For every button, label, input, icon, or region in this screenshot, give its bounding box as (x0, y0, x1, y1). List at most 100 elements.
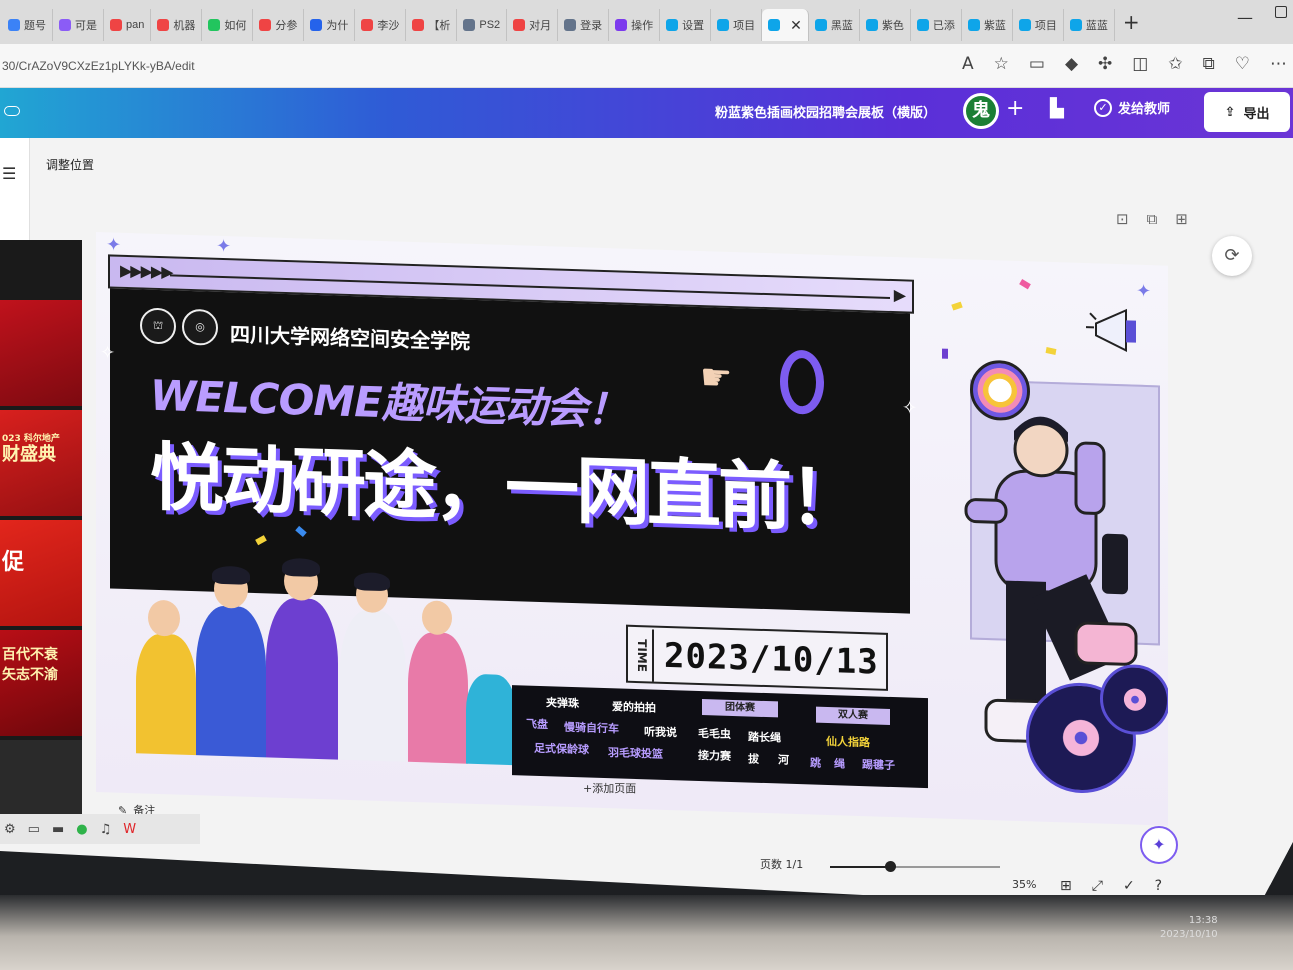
browser-tab-active[interactable]: ✕ (762, 9, 809, 41)
event-item: 夹弹珠 (546, 696, 579, 711)
zoom-percentage[interactable]: 35% (1012, 878, 1036, 891)
tab-favicon (967, 19, 980, 31)
cloud-sync-icon (4, 106, 20, 116)
browser-tab[interactable]: 可是 (53, 9, 104, 41)
new-tab-icon[interactable]: + (1123, 10, 1140, 34)
browser-tab[interactable]: 紫蓝 (962, 9, 1013, 41)
browser-tab[interactable]: 项目 (1013, 9, 1064, 41)
comment-add-icon[interactable]: ⟳ (1212, 236, 1252, 276)
template-thumbnail[interactable] (0, 240, 82, 300)
terminal-icon[interactable]: ▬ (52, 822, 64, 837)
settings-gear-icon[interactable]: ⚙ (4, 822, 16, 837)
template-thumbnail[interactable]: 促 (0, 520, 82, 630)
browser-tab[interactable]: 对月 (507, 9, 559, 41)
person-figure (196, 605, 266, 758)
taskbar: ⚙ ▭ ▬ ● ♫ W (0, 814, 200, 844)
browser-tab[interactable]: 已添 (911, 9, 962, 41)
browser-tab[interactable]: 操作 (609, 9, 661, 41)
export-button[interactable]: ⇪ 导出 (1204, 92, 1290, 132)
favorite-star-icon[interactable]: ☆ (994, 54, 1009, 74)
tab-label: 紫色 (881, 20, 904, 32)
browser-tab[interactable]: 为什 (304, 9, 356, 41)
tab-favicon (412, 19, 425, 31)
tab-favicon (59, 19, 71, 31)
browser-toolbar-icons: A ☆ ▭ ◆ ✣ ◫ ✩ ⧉ ♡ ⋯ (962, 54, 1287, 74)
browser-tab[interactable]: 登录 (558, 9, 610, 41)
duplicate-page-icon[interactable]: ⧉ (1147, 210, 1158, 228)
browser-tab[interactable]: 李沙 (355, 9, 407, 41)
document-icon[interactable]: ▭ (1029, 54, 1045, 74)
tab-favicon (814, 19, 827, 31)
template-thumbnail[interactable] (0, 300, 82, 410)
send-to-teacher-button[interactable]: ✓ 发给教师 (1094, 98, 1170, 117)
address-bar: 30/CrAZoV9CXzEz1pLYKk-yBA/edit A ☆ ▭ ◆ ✣… (0, 44, 1293, 88)
music-icon[interactable]: ♫ (100, 822, 112, 837)
adjust-sliders-icon[interactable]: ☰ (2, 164, 16, 183)
page-count[interactable]: 页数 1/1 (760, 856, 803, 872)
document-title[interactable]: 粉蓝紫色插画校园招聘会展板（横版） (715, 102, 936, 121)
zoom-slider-handle[interactable] (884, 861, 896, 872)
tab-favicon (666, 19, 679, 31)
browser-tab[interactable]: 紫色 (860, 9, 911, 41)
play-arrow-icon: ▶ (893, 285, 906, 305)
browser-tab[interactable]: 项目 (711, 9, 763, 41)
tab-label: 设置 (682, 20, 705, 32)
design-canvas[interactable]: ▶▶▶▶▶ ▶ ⛫ ◎ 四川大学网络空间安全学院 WELCOME趣味运动会！ 悦… (96, 232, 1168, 826)
tab-label: 题号 (24, 20, 46, 32)
tab-label: PS2 (479, 19, 501, 31)
insights-chart-icon[interactable]: ▙ (1050, 98, 1064, 119)
browser-tab[interactable]: pan (104, 9, 152, 41)
graduation-cap-icon[interactable]: ◆ (1065, 54, 1078, 74)
tab-label: 操作 (631, 20, 654, 32)
event-item: 羽毛球投篮 (608, 746, 663, 761)
tab-favicon (463, 19, 476, 31)
read-aloud-icon[interactable]: A (962, 54, 974, 74)
tab-label: 可是 (75, 20, 97, 32)
slogan-heading: 悦动研途，一网直前！ (150, 434, 860, 544)
browser-tab[interactable]: 黑蓝 (809, 9, 860, 41)
browser-tab[interactable]: 机器 (151, 9, 203, 41)
monitor-icon[interactable]: ▭ (28, 822, 40, 837)
adjust-position-label[interactable]: 调整位置 (46, 156, 94, 173)
browser-tab[interactable]: 设置 (660, 9, 712, 41)
lock-icon[interactable]: ⊡ (1116, 210, 1129, 228)
grid-view-icon[interactable]: ⊞ (1060, 878, 1072, 894)
help-icon[interactable]: ? (1155, 878, 1162, 894)
tab-favicon (208, 19, 221, 31)
tab-favicon (8, 19, 20, 31)
sparkle-icon: ✧ (902, 397, 918, 419)
split-screen-icon[interactable]: ◫ (1132, 54, 1148, 74)
extensions-icon[interactable]: ✣ (1098, 54, 1112, 74)
person-hair (212, 565, 250, 585)
magic-assistant-button[interactable]: ✦ (1140, 826, 1178, 864)
wechat-icon[interactable]: ● (76, 822, 87, 837)
browser-tab[interactable]: 如何 (202, 9, 254, 41)
event-item: 踢毽子 (862, 758, 895, 773)
add-page-button[interactable]: +添加页面 (583, 780, 636, 796)
url-field[interactable]: 30/CrAZoV9CXzEz1pLYKk-yBA/edit (2, 59, 195, 73)
browser-tab[interactable]: PS2 (457, 9, 508, 41)
thumbnail-text: 百代不衰 (2, 647, 58, 663)
wps-icon[interactable]: W (123, 822, 136, 837)
add-collaborator-icon[interactable]: + (1006, 96, 1024, 121)
template-thumbnail[interactable]: 023 科尔地产 财盛典 (0, 410, 82, 520)
check-icon[interactable]: ✓ (1123, 878, 1135, 894)
browser-tab[interactable]: 【析 (406, 9, 458, 41)
team-event-badge: 团体赛 (702, 699, 778, 718)
browser-tab[interactable]: 分参 (253, 9, 305, 41)
close-tab-icon[interactable]: ✕ (790, 17, 802, 34)
add-page-icon[interactable]: ⊞ (1175, 210, 1188, 228)
fullscreen-icon[interactable]: ⤢ (1092, 878, 1103, 894)
restore-window-icon[interactable] (1275, 6, 1287, 18)
avatar[interactable]: 鬼 (963, 93, 999, 129)
confetti-piece (1045, 347, 1057, 355)
browser-tab[interactable]: 题号 (2, 9, 53, 41)
collections-icon[interactable]: ⧉ (1203, 54, 1215, 74)
favorites-icon[interactable]: ✩ (1168, 54, 1182, 74)
zoom-slider[interactable] (830, 861, 1000, 872)
template-thumbnail[interactable]: 百代不衰 矢志不渝 (0, 630, 82, 740)
health-heart-icon[interactable]: ♡ (1235, 54, 1250, 74)
more-menu-icon[interactable]: ⋯ (1270, 54, 1287, 74)
browser-tab[interactable]: 蓝蓝 (1064, 9, 1115, 41)
minimize-icon[interactable]: — (1237, 8, 1253, 27)
